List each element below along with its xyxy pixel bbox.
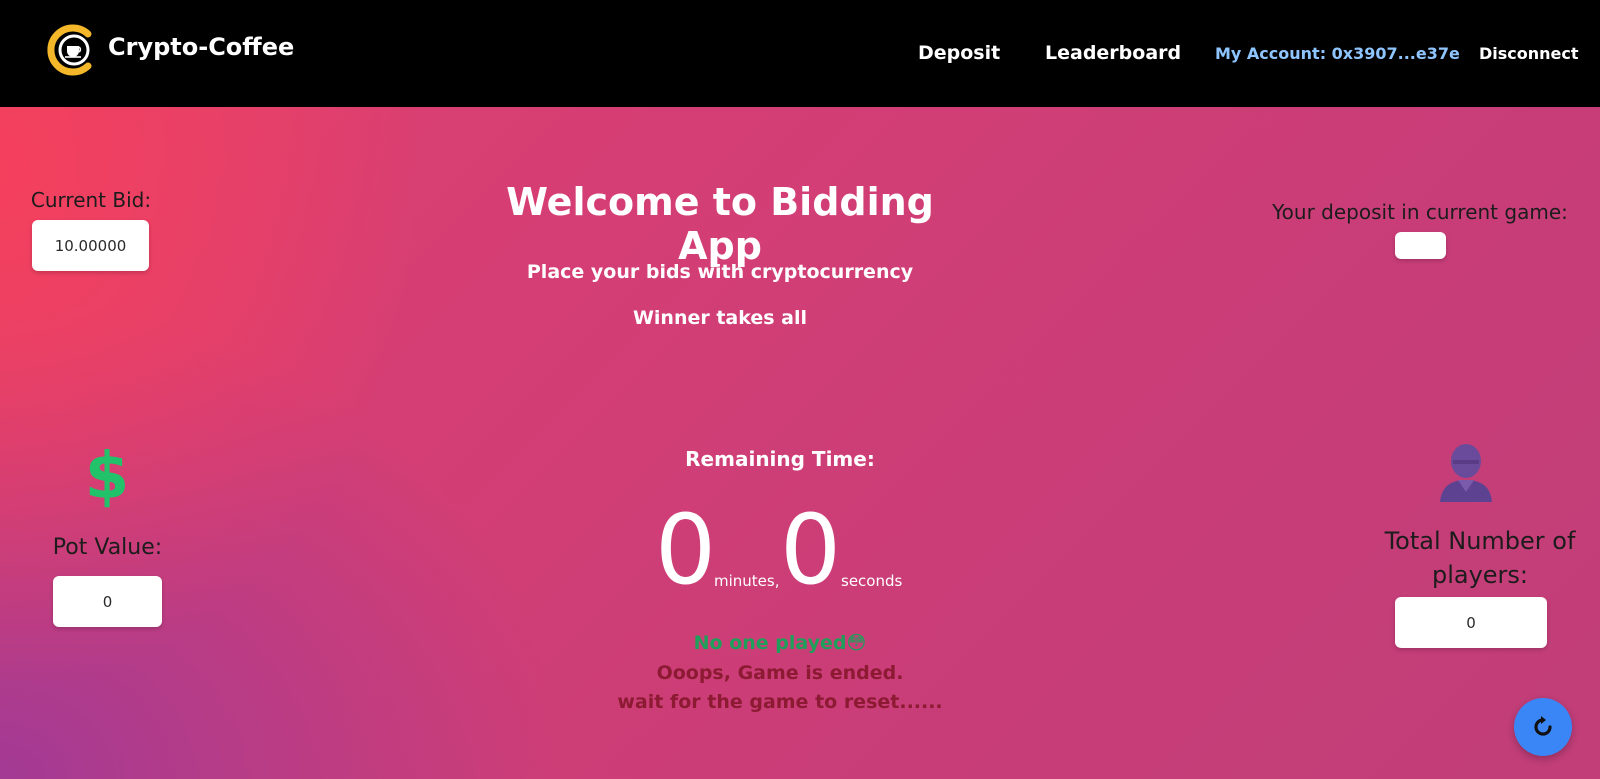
subtitle-winner: Winner takes all <box>632 307 808 329</box>
my-account-link[interactable]: My Account: 0x3907...e37e <box>1215 44 1460 63</box>
top-navbar: Crypto-Coffee Deposit Leaderboard My Acc… <box>0 0 1600 107</box>
nav-deposit-link[interactable]: Deposit <box>918 42 1000 64</box>
page-title: Welcome to Bidding App <box>506 180 934 268</box>
timer-minutes: 0 <box>655 494 717 606</box>
disconnect-button[interactable]: Disconnect <box>1479 44 1579 63</box>
user-icon <box>1440 444 1492 502</box>
total-players-value-box: 0 <box>1395 597 1547 648</box>
timer-minutes-unit: minutes, <box>714 572 780 590</box>
crypto-coffee-logo-icon[interactable] <box>44 22 100 78</box>
no-one-played-text: No one played <box>693 632 847 654</box>
no-one-played-message: No one played😳 <box>640 632 920 654</box>
current-bid-label: Current Bid: <box>30 188 152 212</box>
current-bid-value-box: 10.00000 <box>32 220 149 271</box>
remaining-time-label: Remaining Time: <box>685 447 875 471</box>
pot-value-box: 0 <box>53 576 162 627</box>
deposit-label: Your deposit in current game: <box>1272 200 1568 224</box>
total-players-label: Total Number of players: <box>1384 527 1576 589</box>
brand-name[interactable]: Crypto-Coffee <box>108 33 294 61</box>
countdown-timer: 0 minutes, 0 seconds <box>640 500 980 600</box>
flushed-face-emoji-icon: 😳 <box>846 632 867 654</box>
timer-seconds-unit: seconds <box>841 572 903 590</box>
nav-leaderboard-link[interactable]: Leaderboard <box>1045 42 1181 64</box>
pot-value-label: Pot Value: <box>52 535 163 560</box>
deposit-value-box <box>1395 232 1446 259</box>
refresh-button[interactable] <box>1514 698 1572 756</box>
subtitle-bids: Place your bids with cryptocurrency <box>526 261 914 283</box>
dollar-sign-icon: $ <box>84 440 130 514</box>
game-ended-message: Ooops, Game is ended. <box>656 662 904 684</box>
game-reset-message: wait for the game to reset...... <box>617 691 943 713</box>
refresh-icon <box>1534 716 1552 736</box>
timer-seconds: 0 <box>780 494 842 606</box>
